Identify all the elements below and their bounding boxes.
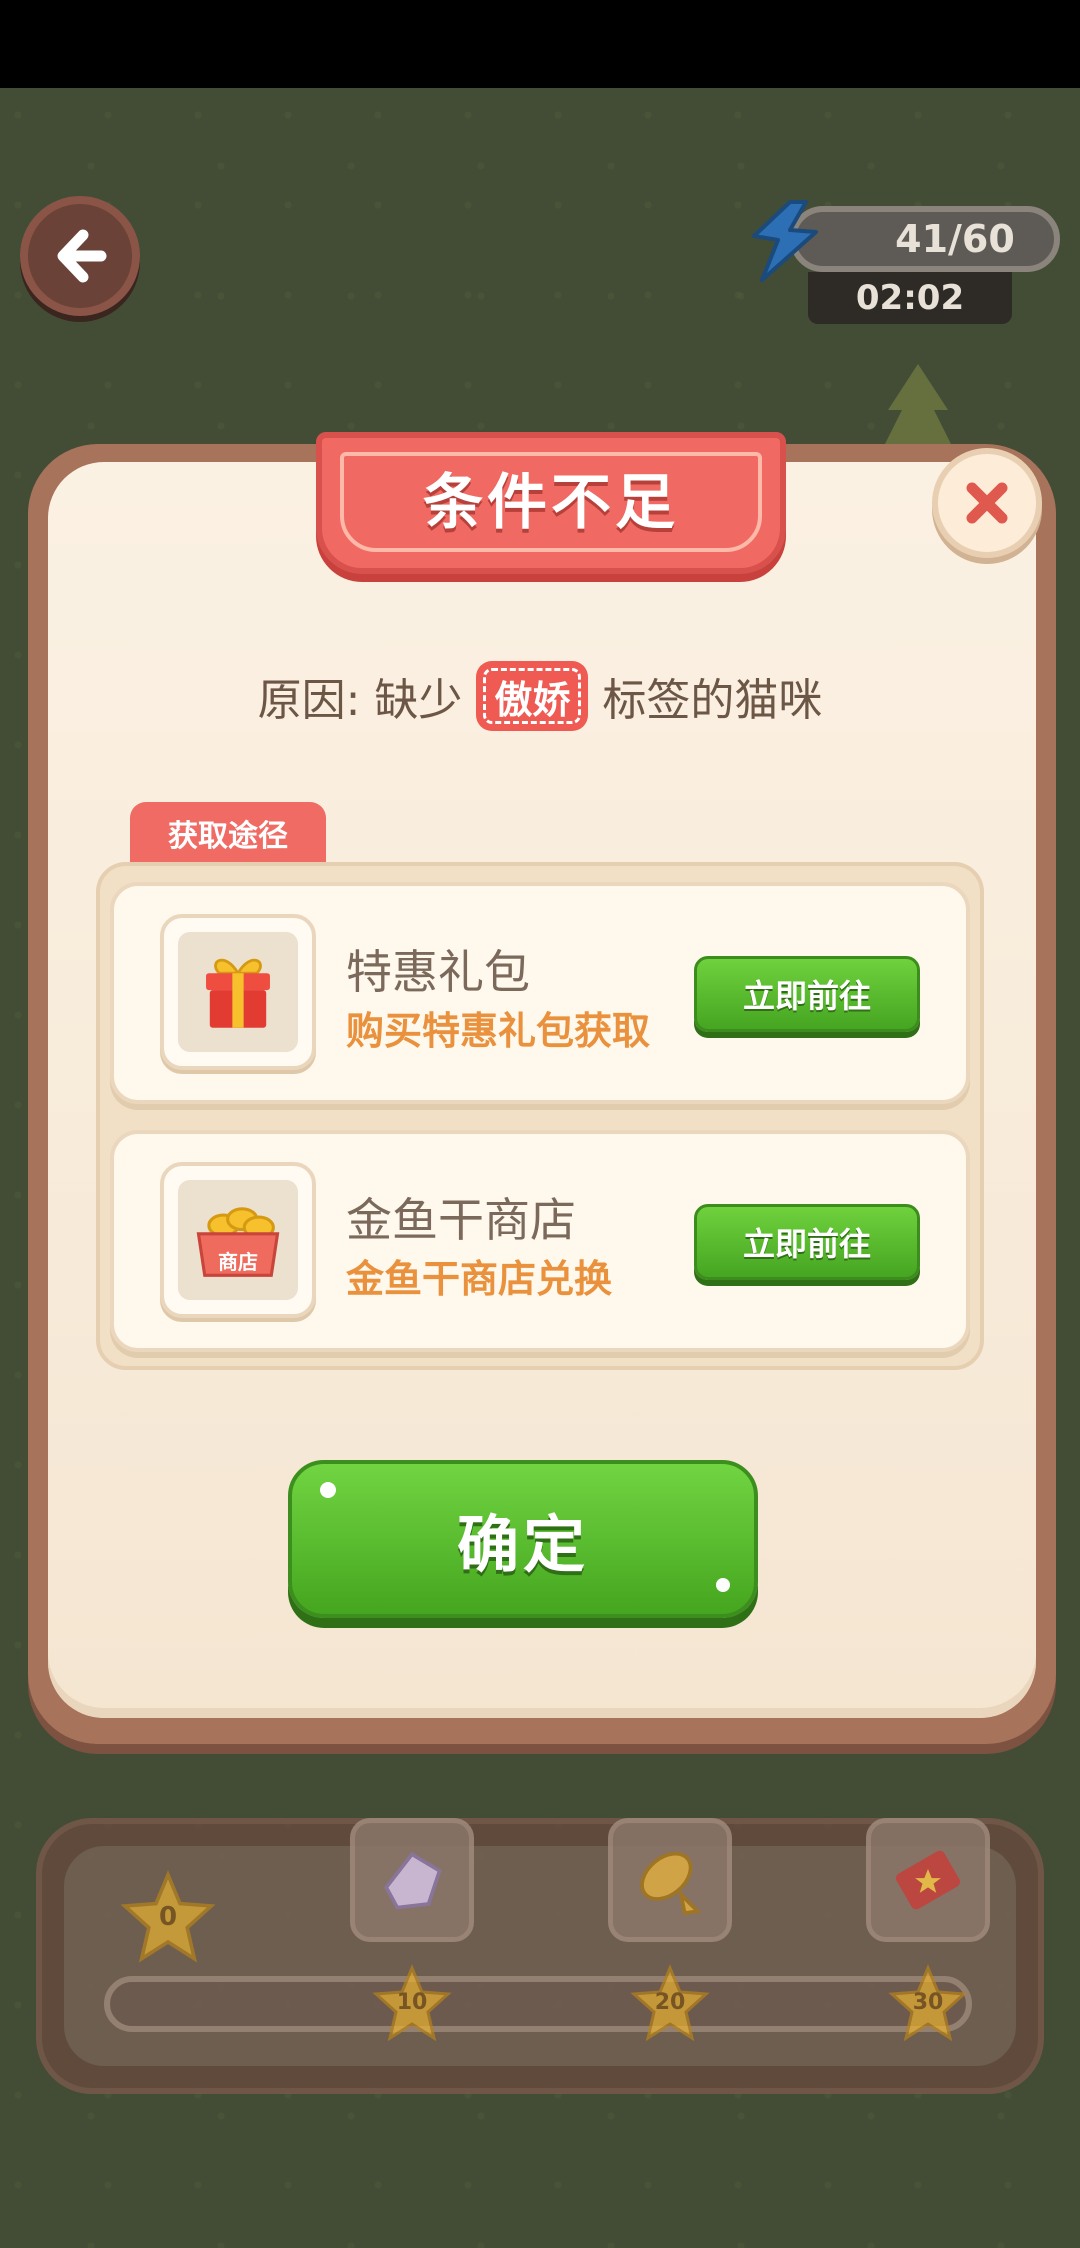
reward-slot-gem[interactable] [350,1818,474,1942]
reason-prefix: 原因: 缺少 [257,675,463,726]
close-icon [966,482,1008,524]
confirm-button[interactable]: 确定 [288,1460,758,1618]
source-title: 金鱼干商店 [346,1193,576,1247]
source-icon-frame: 商店 [160,1162,316,1318]
reward-slot-ticket[interactable] [866,1818,990,1942]
gift-box-icon [206,958,270,1028]
ticket-icon [896,1850,960,1910]
star-milestone-10: 10 [372,1964,452,2044]
reason-line: 原因: 缺少 傲娇 标签的猫咪 [0,656,1080,736]
go-button-fish-shop[interactable]: 立即前往 [694,1204,920,1280]
reason-suffix: 标签的猫咪 [602,675,823,726]
back-button[interactable] [20,196,140,316]
fish-shop-basket-icon [196,1207,280,1277]
source-subtitle: 购买特惠礼包获取 [346,1009,651,1053]
fish-icon [640,1851,702,1916]
dialog-title: 条件不足 [423,467,679,538]
star-milestone-20: 20 [630,1964,710,2044]
go-button-gift-pack[interactable]: 立即前往 [694,956,920,1032]
energy-value: 41/60 [895,217,1015,261]
star-progress-bar [104,1976,972,2032]
energy-timer: 02:02 [808,272,1012,324]
source-subtitle: 金鱼干商店兑换 [346,1257,613,1301]
source-card-fish-shop: 商店 金鱼干商店 金鱼干商店兑换 立即前往 [110,1130,970,1352]
energy-counter: 41/60 [790,206,1060,272]
star-current: 0 [120,1870,216,1966]
arrow-left-icon [57,229,107,283]
source-card-gift-pack: 特惠礼包 购买特惠礼包获取 立即前往 [110,882,970,1104]
star-milestone-30: 30 [888,1964,968,2044]
close-button[interactable] [932,448,1042,558]
sources-tab: 获取途径 [130,802,326,864]
reward-slot-fish[interactable] [608,1818,732,1942]
source-icon-frame [160,914,316,1070]
shop-icon-label: 商店 [218,1250,258,1274]
source-title: 特惠礼包 [346,945,530,999]
reason-tag: 傲娇 [476,661,589,731]
gem-icon [384,1851,442,1910]
status-bar [0,0,1080,88]
